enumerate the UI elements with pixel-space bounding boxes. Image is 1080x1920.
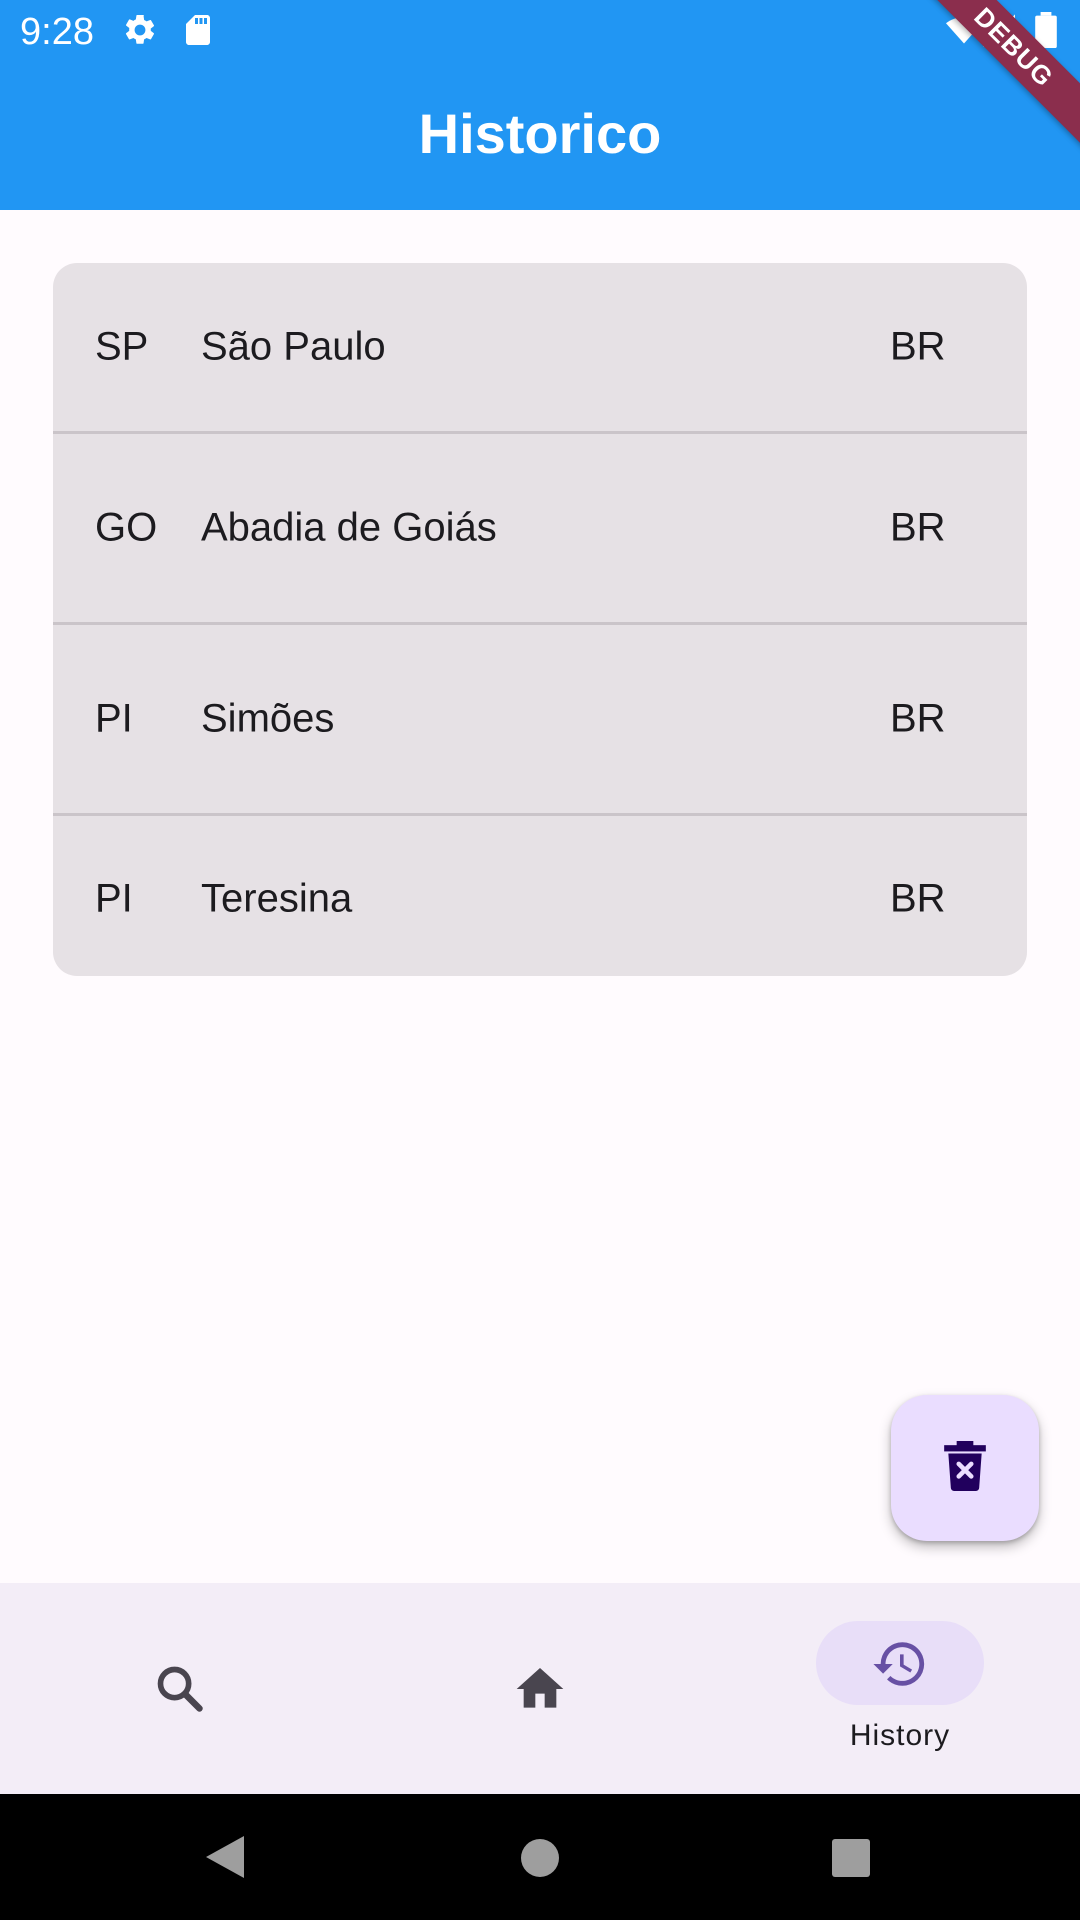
sd-card-icon [180, 12, 216, 53]
country-code: BR [890, 876, 946, 920]
list-item[interactable]: SP São Paulo BR [53, 263, 1027, 434]
gear-icon [122, 12, 158, 53]
nav-label-history: History [849, 1719, 951, 1752]
status-time: 9:28 [20, 11, 94, 53]
city-name: São Paulo [201, 324, 386, 369]
bottom-navigation: History [0, 1583, 1080, 1794]
recents-icon[interactable] [831, 1838, 871, 1883]
home-icon [512, 1661, 568, 1722]
country-code: BR [890, 324, 946, 369]
city-name: Teresina [201, 876, 353, 920]
state-code: PI [95, 876, 133, 920]
nav-item-search[interactable] [0, 1583, 360, 1794]
back-icon[interactable] [204, 1834, 246, 1885]
state-code: PI [95, 696, 133, 741]
country-code: BR [890, 696, 946, 741]
country-code: BR [890, 505, 946, 550]
delete-forever-icon [943, 1440, 987, 1496]
home-circle-icon[interactable] [520, 1838, 560, 1883]
city-name: Simões [201, 696, 335, 741]
nav-item-home[interactable] [360, 1583, 720, 1794]
page-title: Historico [418, 102, 662, 165]
system-navigation-bar [0, 1794, 1080, 1920]
state-code: GO [95, 505, 158, 550]
search-icon [154, 1663, 206, 1720]
history-icon [870, 1635, 930, 1698]
state-code: SP [95, 324, 149, 369]
list-item[interactable]: PI Teresina BR [53, 816, 1027, 976]
list-item[interactable]: GO Abadia de Goiás BR [53, 434, 1027, 625]
app-bar: 9:28 Historico DEBUG [0, 0, 1080, 210]
clear-history-button[interactable] [891, 1395, 1039, 1541]
city-name: Abadia de Goiás [201, 505, 497, 550]
history-list: SP São Paulo BR GO Abadia de Goiás BR PI… [53, 263, 1027, 976]
list-item[interactable]: PI Simões BR [53, 625, 1027, 816]
